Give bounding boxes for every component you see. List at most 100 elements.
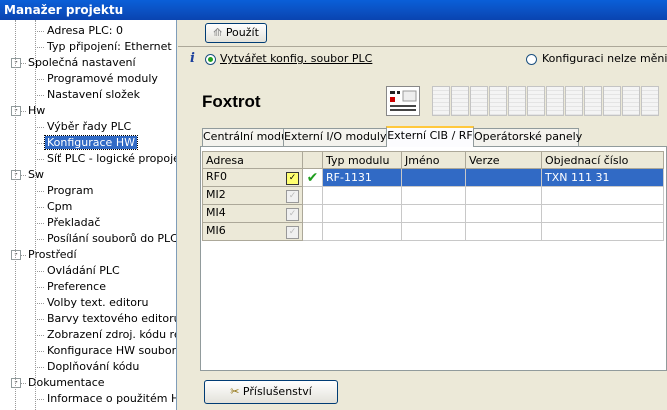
- cell-name[interactable]: [401, 204, 466, 223]
- address-label: RF0: [206, 170, 227, 183]
- table-row[interactable]: MI4 ✓: [202, 204, 664, 223]
- cell-order-number[interactable]: [541, 222, 664, 241]
- tree-item[interactable]: Doplňování kódu: [45, 359, 141, 375]
- cell-module-type[interactable]: [322, 222, 402, 241]
- tree-connector: [35, 20, 36, 410]
- tree-item[interactable]: Dokumentace: [26, 375, 107, 391]
- cell-order-number[interactable]: [541, 186, 664, 205]
- tree-connector: [35, 191, 44, 192]
- accessories-button[interactable]: ✂ Příslušenství: [204, 380, 338, 404]
- plc-module-slot-icon: [470, 86, 488, 116]
- cell-module-type[interactable]: [322, 186, 402, 205]
- cell-name[interactable]: [401, 222, 466, 241]
- collapse-icon[interactable]: -: [11, 250, 21, 260]
- tree-item[interactable]: Ovládání PLC: [45, 263, 122, 279]
- cell-name[interactable]: [401, 186, 466, 205]
- plc-module-slot-icon: [584, 86, 602, 116]
- plc-module-slot-icon: [451, 86, 469, 116]
- tree-item[interactable]: Volby text. editoru: [45, 295, 151, 311]
- cell-module-type[interactable]: [322, 204, 402, 223]
- table-row[interactable]: MI2 ✓: [202, 186, 664, 205]
- tree-item[interactable]: Adresa PLC: 0: [45, 23, 125, 39]
- device-name: Foxtrot: [202, 92, 261, 111]
- tree-item[interactable]: Konfigurace HW: [44, 135, 138, 151]
- tree-connector: [35, 287, 44, 288]
- tree-item[interactable]: Prostředí: [26, 247, 79, 263]
- header-order-number[interactable]: Objednací číslo: [541, 151, 664, 169]
- cell-version[interactable]: [465, 222, 542, 241]
- collapse-icon[interactable]: -: [11, 170, 21, 180]
- cell-module-type[interactable]: RF-1131: [322, 168, 402, 187]
- tree-item[interactable]: Zobrazení zdroj. kódu releo: [45, 327, 176, 343]
- tree-item[interactable]: Posílání souborů do PLC: [45, 231, 176, 247]
- tab-3[interactable]: Operátorské panely: [473, 128, 582, 146]
- tree-item-label: Společná nastavení: [28, 56, 136, 69]
- tree-item[interactable]: Informace o použitém HW: [45, 391, 177, 407]
- tree-item-label: Volby text. editoru: [47, 296, 149, 309]
- cannot-change-label: Konfiguraci nelze měnit: [542, 52, 667, 65]
- plc-module-slot-icon: [603, 86, 621, 116]
- header-version[interactable]: Verze: [465, 151, 542, 169]
- tree-connector: [35, 79, 44, 80]
- tree-item-label: Informace o použitém HW: [47, 392, 177, 405]
- cell-order-number[interactable]: [541, 204, 664, 223]
- tools-icon: ✂: [230, 385, 240, 398]
- tree-item[interactable]: Cpm: [45, 199, 74, 215]
- tab-2[interactable]: Externí CIB / RF: [386, 126, 474, 147]
- tree-item[interactable]: Programové moduly: [45, 71, 160, 87]
- cannot-change-radio[interactable]: [526, 54, 537, 65]
- window-title: Manažer projektu: [0, 0, 667, 20]
- cell-order-number[interactable]: TXN 111 31: [541, 168, 664, 187]
- table-row[interactable]: MI6 ✓: [202, 222, 664, 241]
- tree-item[interactable]: Konfigurace HW souborů: [45, 343, 176, 359]
- create-config-radio[interactable]: [205, 54, 216, 65]
- tree-item[interactable]: Společná nastavení: [26, 55, 138, 71]
- cell-address: MI6 ✓: [202, 222, 303, 241]
- header-address[interactable]: Adresa: [202, 151, 303, 169]
- cell-status: [302, 204, 323, 223]
- cell-name[interactable]: [401, 168, 466, 187]
- tree-item[interactable]: Preference: [45, 279, 108, 295]
- tree-item-label: Zobrazení zdroj. kódu releo: [47, 328, 176, 341]
- tree-item[interactable]: Překladač: [45, 215, 102, 231]
- enable-checkbox[interactable]: ✓: [286, 226, 299, 239]
- tree-item[interactable]: Barvy textového editoru: [45, 311, 177, 327]
- tree-item-label: Barvy textového editoru: [47, 312, 177, 325]
- project-tree[interactable]: Adresa PLC: 0 Typ připojení: Ethernet Spol…: [0, 20, 177, 410]
- tree-connector: [35, 127, 44, 128]
- plc-module-slot-icon: [527, 86, 545, 116]
- tree-item[interactable]: Typ připojení: Ethernet: [45, 39, 174, 55]
- cell-address: MI2 ✓: [202, 186, 303, 205]
- cell-status: [302, 186, 323, 205]
- collapse-icon[interactable]: -: [11, 378, 21, 388]
- checkmark-icon: ✔: [306, 169, 319, 186]
- cell-version[interactable]: [465, 186, 542, 205]
- tab-0[interactable]: Centrální modul: [202, 128, 291, 146]
- header-module-type[interactable]: Typ modulu: [322, 151, 402, 169]
- apply-button[interactable]: ⟰ Použít: [205, 23, 267, 43]
- collapse-icon[interactable]: -: [11, 106, 21, 116]
- address-label: MI4: [206, 206, 226, 219]
- plc-module-slot-icon: [489, 86, 507, 116]
- enable-checkbox[interactable]: ✓: [286, 172, 299, 185]
- tree-item[interactable]: Hw: [26, 103, 47, 119]
- cell-version[interactable]: [465, 204, 542, 223]
- tree-item[interactable]: Výběr řady PLC: [45, 119, 133, 135]
- tree-item[interactable]: Nastavení složek: [45, 87, 142, 103]
- tab-1[interactable]: Externí I/O moduly: [283, 128, 387, 146]
- plc-module-slot-icon: [508, 86, 526, 116]
- enable-checkbox[interactable]: ✓: [286, 190, 299, 203]
- header-status[interactable]: [302, 151, 323, 169]
- tree-connector: [35, 95, 44, 96]
- tree-connector: [21, 255, 26, 256]
- collapse-icon[interactable]: -: [11, 58, 21, 68]
- tree-item[interactable]: Síť PLC - logické propojení: [45, 151, 176, 167]
- tree-item[interactable]: Program: [45, 183, 95, 199]
- cell-version[interactable]: [465, 168, 542, 187]
- enable-checkbox[interactable]: ✓: [286, 208, 299, 221]
- address-label: MI6: [206, 224, 226, 237]
- header-name[interactable]: Jméno: [401, 151, 466, 169]
- tree-item-label: Prostředí: [28, 248, 77, 261]
- table-row[interactable]: RF0 ✓ ✔ RF-1131 TXN 111 31: [202, 168, 664, 187]
- tree-item-label: Preference: [47, 280, 106, 293]
